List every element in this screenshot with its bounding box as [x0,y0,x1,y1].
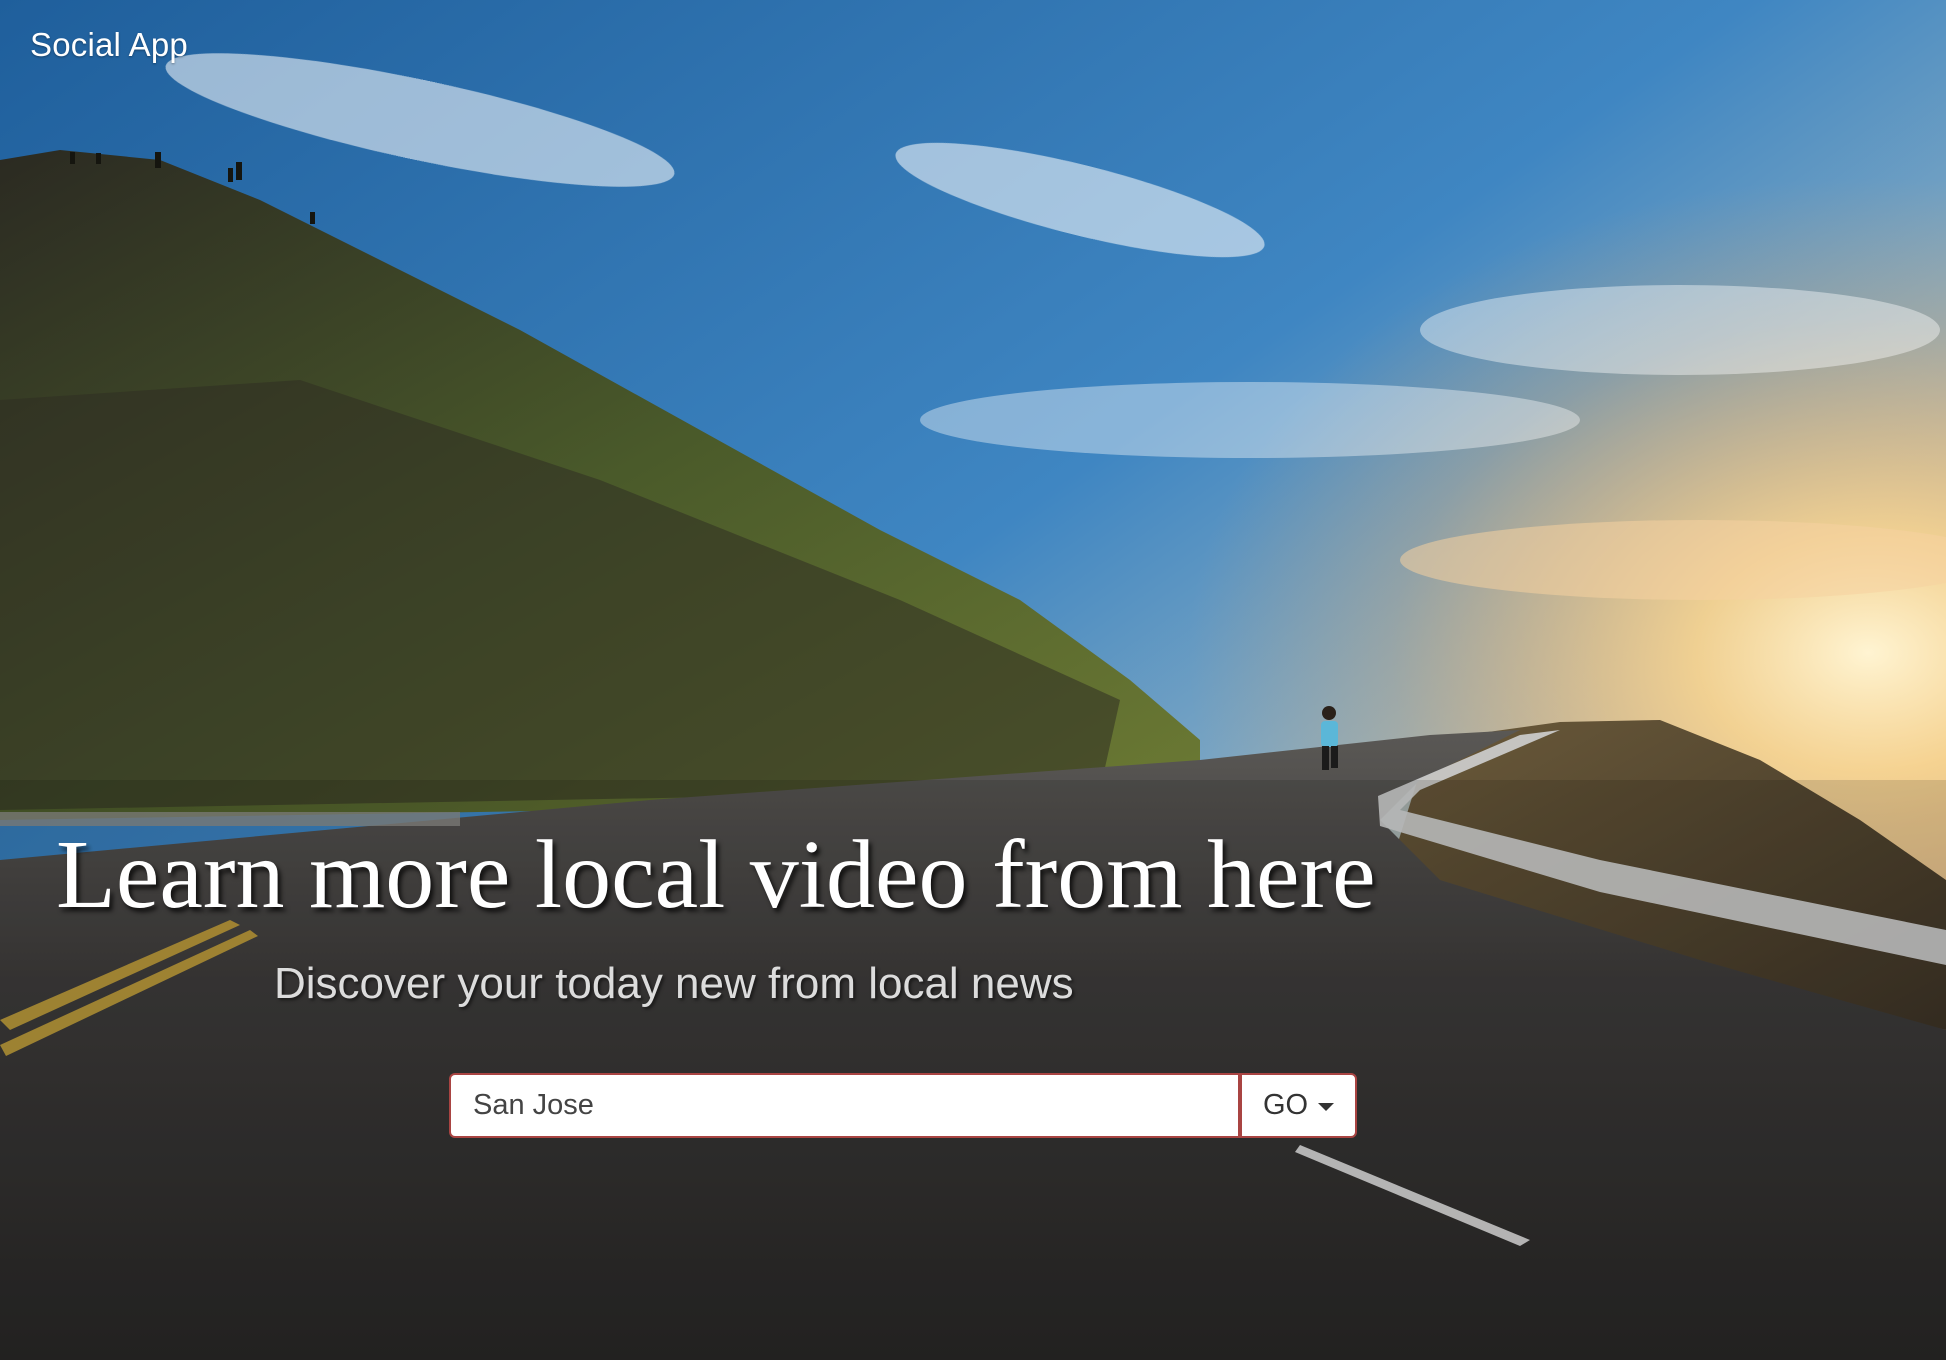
brand-link[interactable]: Social App [30,26,188,64]
go-button-label: GO [1262,1089,1309,1121]
location-search-group: GO [449,1073,1357,1138]
hero-headline: Learn more local video from here [56,821,1376,929]
caret-down-icon [1318,1103,1335,1111]
landing-page: Social App Learn more local video from h… [0,0,1946,1360]
hero-background-image [0,0,1946,1360]
location-input[interactable] [449,1073,1238,1138]
hero-subheadline: Discover your today new from local news [274,959,1074,1008]
go-dropdown-button[interactable]: GO [1240,1073,1357,1138]
